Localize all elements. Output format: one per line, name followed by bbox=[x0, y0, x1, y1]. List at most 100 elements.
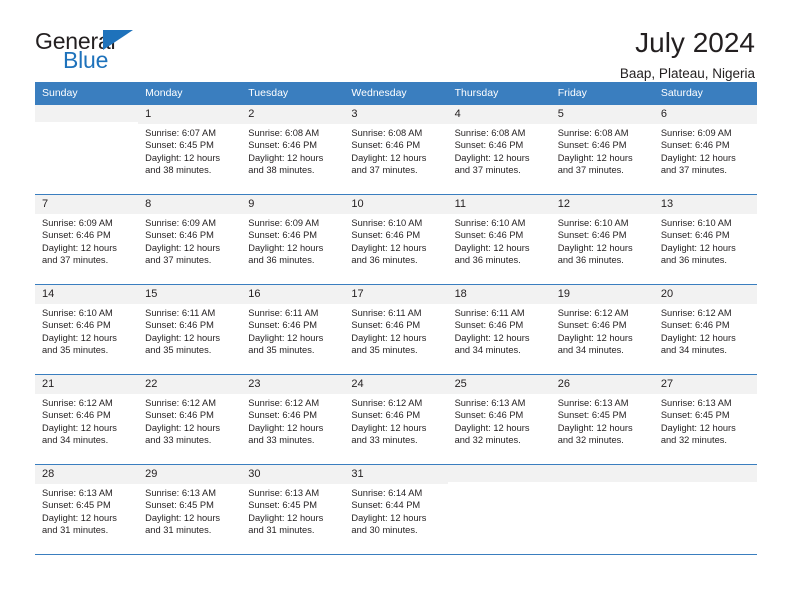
weekday-header-saturday: Saturday bbox=[653, 82, 757, 105]
day-cell-content: 5 Sunrise: 6:08 AM Sunset: 6:46 PM Daylig… bbox=[550, 105, 654, 194]
day-cell-content bbox=[550, 465, 654, 554]
calendar-day-cell[interactable]: 6 Sunrise: 6:09 AM Sunset: 6:46 PM Daylig… bbox=[653, 104, 757, 195]
sun-info-text: Sunrise: 6:13 AM Sunset: 6:45 PM Dayligh… bbox=[660, 397, 736, 446]
sun-info-text: Sunrise: 6:08 AM Sunset: 6:46 PM Dayligh… bbox=[557, 127, 633, 176]
page-header: General Blue July 2024 Baap, Plateau, Ni… bbox=[35, 0, 757, 82]
day-cell-content: 22 Sunrise: 6:12 AM Sunset: 6:46 PM Dayli… bbox=[138, 375, 242, 464]
day-cell-content: 10 Sunrise: 6:10 AM Sunset: 6:46 PM Dayli… bbox=[344, 195, 448, 284]
weekday-header-thursday: Thursday bbox=[447, 82, 551, 105]
calendar-day-cell[interactable]: 25 Sunrise: 6:13 AM Sunset: 6:46 PM Dayli… bbox=[447, 374, 551, 465]
day-cell-content: 19 Sunrise: 6:12 AM Sunset: 6:46 PM Dayli… bbox=[550, 285, 654, 374]
weekday-header-wednesday: Wednesday bbox=[344, 82, 448, 105]
sun-info-text: Sunrise: 6:08 AM Sunset: 6:46 PM Dayligh… bbox=[248, 127, 324, 176]
sun-info-text: Sunrise: 6:07 AM Sunset: 6:45 PM Dayligh… bbox=[145, 127, 221, 176]
sun-info-text: Sunrise: 6:08 AM Sunset: 6:46 PM Dayligh… bbox=[454, 127, 530, 176]
calendar-day-cell[interactable]: 13 Sunrise: 6:10 AM Sunset: 6:46 PM Dayli… bbox=[653, 194, 757, 285]
day-number: 12 bbox=[550, 195, 654, 214]
calendar-body: 1 Sunrise: 6:07 AM Sunset: 6:45 PM Daylig… bbox=[35, 104, 757, 555]
calendar-cell-empty bbox=[35, 104, 139, 195]
day-number: 20 bbox=[653, 285, 757, 304]
calendar-week-row: 28 Sunrise: 6:13 AM Sunset: 6:45 PM Dayli… bbox=[35, 464, 757, 555]
calendar-day-cell[interactable]: 31 Sunrise: 6:14 AM Sunset: 6:44 PM Dayli… bbox=[344, 464, 448, 555]
general-blue-logo: General Blue bbox=[35, 28, 155, 74]
calendar-day-cell[interactable]: 12 Sunrise: 6:10 AM Sunset: 6:46 PM Dayli… bbox=[550, 194, 654, 285]
day-number: 5 bbox=[550, 105, 654, 124]
day-number: 26 bbox=[550, 375, 654, 394]
day-cell-content: 30 Sunrise: 6:13 AM Sunset: 6:45 PM Dayli… bbox=[241, 465, 345, 554]
day-cell-content: 6 Sunrise: 6:09 AM Sunset: 6:46 PM Daylig… bbox=[653, 105, 757, 194]
calendar-day-cell[interactable]: 18 Sunrise: 6:11 AM Sunset: 6:46 PM Dayli… bbox=[447, 284, 551, 375]
calendar-day-cell[interactable]: 27 Sunrise: 6:13 AM Sunset: 6:45 PM Dayli… bbox=[653, 374, 757, 465]
day-number: 6 bbox=[653, 105, 757, 124]
calendar-day-cell[interactable]: 8 Sunrise: 6:09 AM Sunset: 6:46 PM Daylig… bbox=[138, 194, 242, 285]
day-number bbox=[550, 465, 654, 482]
calendar-day-cell[interactable]: 19 Sunrise: 6:12 AM Sunset: 6:46 PM Dayli… bbox=[550, 284, 654, 375]
day-number: 25 bbox=[447, 375, 551, 394]
calendar-day-cell[interactable]: 16 Sunrise: 6:11 AM Sunset: 6:46 PM Dayli… bbox=[241, 284, 345, 375]
calendar-day-cell[interactable]: 11 Sunrise: 6:10 AM Sunset: 6:46 PM Dayli… bbox=[447, 194, 551, 285]
day-number: 17 bbox=[344, 285, 448, 304]
sun-info-text: Sunrise: 6:08 AM Sunset: 6:46 PM Dayligh… bbox=[351, 127, 427, 176]
calendar-header-row: Sunday Monday Tuesday Wednesday Thursday… bbox=[35, 82, 757, 105]
day-cell-content: 23 Sunrise: 6:12 AM Sunset: 6:46 PM Dayli… bbox=[241, 375, 345, 464]
calendar-day-cell[interactable]: 26 Sunrise: 6:13 AM Sunset: 6:45 PM Dayli… bbox=[550, 374, 654, 465]
logo-text-blue: Blue bbox=[63, 47, 109, 73]
calendar-day-cell[interactable]: 15 Sunrise: 6:11 AM Sunset: 6:46 PM Dayli… bbox=[138, 284, 242, 375]
calendar-day-cell[interactable]: 10 Sunrise: 6:10 AM Sunset: 6:46 PM Dayli… bbox=[344, 194, 448, 285]
day-cell-content: 12 Sunrise: 6:10 AM Sunset: 6:46 PM Dayli… bbox=[550, 195, 654, 284]
day-cell-content: 27 Sunrise: 6:13 AM Sunset: 6:45 PM Dayli… bbox=[653, 375, 757, 464]
calendar-day-cell[interactable]: 2 Sunrise: 6:08 AM Sunset: 6:46 PM Daylig… bbox=[241, 104, 345, 195]
calendar-day-cell[interactable]: 22 Sunrise: 6:12 AM Sunset: 6:46 PM Dayli… bbox=[138, 374, 242, 465]
day-cell-content: 21 Sunrise: 6:12 AM Sunset: 6:46 PM Dayli… bbox=[35, 375, 139, 464]
calendar-day-cell[interactable]: 20 Sunrise: 6:12 AM Sunset: 6:46 PM Dayli… bbox=[653, 284, 757, 375]
calendar-day-cell[interactable]: 29 Sunrise: 6:13 AM Sunset: 6:45 PM Dayli… bbox=[138, 464, 242, 555]
day-number: 9 bbox=[241, 195, 345, 214]
calendar-day-cell[interactable]: 7 Sunrise: 6:09 AM Sunset: 6:46 PM Daylig… bbox=[35, 194, 139, 285]
calendar-day-cell[interactable]: 9 Sunrise: 6:09 AM Sunset: 6:46 PM Daylig… bbox=[241, 194, 345, 285]
calendar-week-row: 1 Sunrise: 6:07 AM Sunset: 6:45 PM Daylig… bbox=[35, 104, 757, 195]
day-number: 28 bbox=[35, 465, 139, 484]
page-subtitle: Baap, Plateau, Nigeria bbox=[619, 66, 755, 82]
day-cell-content: 20 Sunrise: 6:12 AM Sunset: 6:46 PM Dayli… bbox=[653, 285, 757, 374]
sun-info-text: Sunrise: 6:12 AM Sunset: 6:46 PM Dayligh… bbox=[145, 397, 221, 446]
sun-info-text: Sunrise: 6:12 AM Sunset: 6:46 PM Dayligh… bbox=[660, 307, 736, 356]
day-number: 31 bbox=[344, 465, 448, 484]
day-number: 18 bbox=[447, 285, 551, 304]
calendar-day-cell[interactable]: 30 Sunrise: 6:13 AM Sunset: 6:45 PM Dayli… bbox=[241, 464, 345, 555]
day-cell-content: 26 Sunrise: 6:13 AM Sunset: 6:45 PM Dayli… bbox=[550, 375, 654, 464]
calendar-day-cell[interactable]: 14 Sunrise: 6:10 AM Sunset: 6:46 PM Dayli… bbox=[35, 284, 139, 375]
calendar-day-cell[interactable]: 5 Sunrise: 6:08 AM Sunset: 6:46 PM Daylig… bbox=[550, 104, 654, 195]
day-number: 23 bbox=[241, 375, 345, 394]
calendar-day-cell[interactable]: 24 Sunrise: 6:12 AM Sunset: 6:46 PM Dayli… bbox=[344, 374, 448, 465]
calendar-day-cell[interactable]: 1 Sunrise: 6:07 AM Sunset: 6:45 PM Daylig… bbox=[138, 104, 242, 195]
sun-info-text: Sunrise: 6:10 AM Sunset: 6:46 PM Dayligh… bbox=[351, 217, 427, 266]
weekday-header-sunday: Sunday bbox=[35, 82, 139, 105]
calendar-day-cell[interactable]: 21 Sunrise: 6:12 AM Sunset: 6:46 PM Dayli… bbox=[35, 374, 139, 465]
day-number: 24 bbox=[344, 375, 448, 394]
day-number: 11 bbox=[447, 195, 551, 214]
day-cell-content: 17 Sunrise: 6:11 AM Sunset: 6:46 PM Dayli… bbox=[344, 285, 448, 374]
page-title: July 2024 bbox=[635, 27, 755, 58]
day-number: 15 bbox=[138, 285, 242, 304]
day-cell-content: 25 Sunrise: 6:13 AM Sunset: 6:46 PM Dayli… bbox=[447, 375, 551, 464]
sun-info-text: Sunrise: 6:09 AM Sunset: 6:46 PM Dayligh… bbox=[145, 217, 221, 266]
sun-info-text bbox=[35, 122, 138, 125]
sun-info-text: Sunrise: 6:12 AM Sunset: 6:46 PM Dayligh… bbox=[351, 397, 427, 446]
calendar-week-row: 14 Sunrise: 6:10 AM Sunset: 6:46 PM Dayli… bbox=[35, 284, 757, 375]
calendar-cell-empty bbox=[550, 464, 654, 555]
sun-info-text: Sunrise: 6:12 AM Sunset: 6:46 PM Dayligh… bbox=[248, 397, 324, 446]
day-number: 4 bbox=[447, 105, 551, 124]
calendar-day-cell[interactable]: 23 Sunrise: 6:12 AM Sunset: 6:46 PM Dayli… bbox=[241, 374, 345, 465]
calendar-day-cell[interactable]: 4 Sunrise: 6:08 AM Sunset: 6:46 PM Daylig… bbox=[447, 104, 551, 195]
calendar-day-cell[interactable]: 3 Sunrise: 6:08 AM Sunset: 6:46 PM Daylig… bbox=[344, 104, 448, 195]
calendar-day-cell[interactable]: 17 Sunrise: 6:11 AM Sunset: 6:46 PM Dayli… bbox=[344, 284, 448, 375]
sun-info-text: Sunrise: 6:09 AM Sunset: 6:46 PM Dayligh… bbox=[42, 217, 117, 266]
day-number bbox=[35, 105, 139, 122]
sun-info-text: Sunrise: 6:09 AM Sunset: 6:46 PM Dayligh… bbox=[660, 127, 736, 176]
day-number: 22 bbox=[138, 375, 242, 394]
day-number: 8 bbox=[138, 195, 242, 214]
day-cell-content: 3 Sunrise: 6:08 AM Sunset: 6:46 PM Daylig… bbox=[344, 105, 448, 194]
day-cell-content: 24 Sunrise: 6:12 AM Sunset: 6:46 PM Dayli… bbox=[344, 375, 448, 464]
calendar-day-cell[interactable]: 28 Sunrise: 6:13 AM Sunset: 6:45 PM Dayli… bbox=[35, 464, 139, 555]
day-cell-content: 18 Sunrise: 6:11 AM Sunset: 6:46 PM Dayli… bbox=[447, 285, 551, 374]
